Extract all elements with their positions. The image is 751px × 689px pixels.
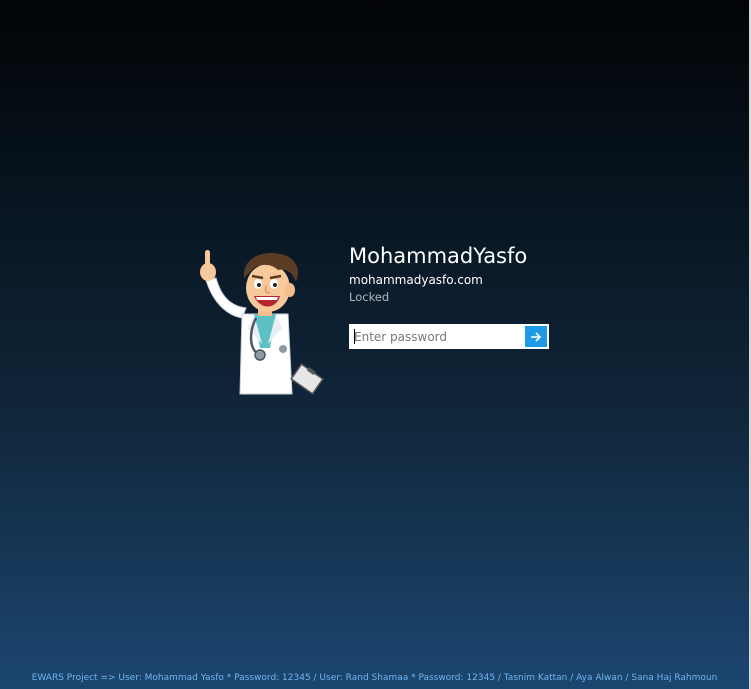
user-domain: mohammadyasfo.com (349, 273, 483, 287)
doctor-avatar (200, 250, 324, 395)
user-name: MohammadYasfo (349, 244, 528, 268)
submit-button[interactable] (525, 326, 547, 347)
password-input[interactable] (349, 324, 523, 349)
footer-credits: EWARS Project => User: Mohammad Yasfo * … (31, 673, 718, 683)
arrow-right-icon (531, 331, 542, 342)
lock-status: Locked (349, 290, 390, 304)
text-caret (354, 329, 355, 344)
password-box (349, 324, 549, 349)
